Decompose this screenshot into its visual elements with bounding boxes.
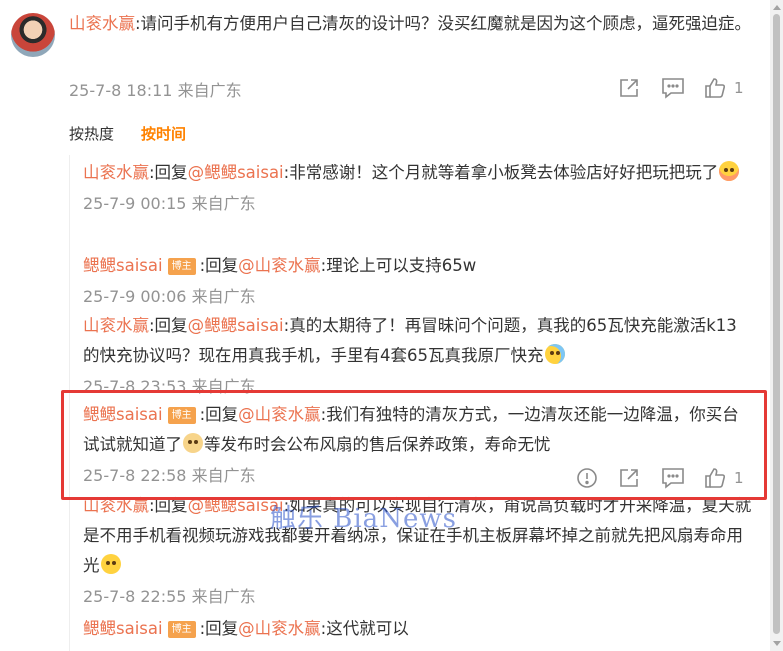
scrollbar-thumb[interactable] (773, 14, 780, 634)
report-button[interactable] (576, 466, 598, 490)
comment-button[interactable] (661, 76, 685, 100)
like-button[interactable]: 1 (704, 466, 744, 490)
like-count: 1 (734, 79, 744, 97)
mention-link[interactable]: @山衮水赢 (238, 256, 321, 275)
main-comment: 山衮水赢:请问手机有方便用户自己清灰的设计吗？没买红魔就是因为这个顾虑，逼死强迫… (69, 11, 759, 37)
reply-body: :这代就可以 (320, 619, 409, 638)
blogger-badge: 博主 (167, 407, 196, 424)
reply-prefix: :回复 (149, 163, 188, 182)
comment-button[interactable] (661, 466, 685, 490)
reply-author-link[interactable]: 鳃鳃saisai (83, 405, 163, 424)
share-button[interactable] (618, 76, 640, 100)
thumbs-up-icon (705, 468, 726, 488)
reply-item: 山衮水赢:回复@鳃鳃saisai:非常感谢！这个月就等着拿小板凳去体验店好好把玩… (83, 158, 753, 214)
thumbs-up-icon (705, 78, 726, 98)
reply-text: 山衮水赢:回复@鳃鳃saisai:真的太期待了！再冒昧问个问题，真我的65瓦快充… (83, 311, 753, 371)
reply-prefix: :回复 (149, 496, 188, 515)
reply-text: 鳃鳃saisai 博主:回复@山衮水赢:理论上可以支持65w (83, 251, 753, 281)
share-icon (620, 469, 638, 487)
mention-link[interactable]: @山衮水赢 (238, 619, 321, 638)
reply-time: 25-7-9 00:15 (83, 194, 187, 213)
comment-icon (662, 468, 684, 489)
reply-body-continued: 等发布时会公布风扇的售后保养政策，寿命无忧 (204, 435, 551, 454)
report-icon (577, 468, 597, 488)
reply-meta: 25-7-9 00:06 来自广东 (83, 287, 753, 307)
reply-body: :理论上可以支持65w (320, 256, 477, 275)
comment-body: :请问手机有方便用户自己清灰的设计吗？没买红魔就是因为这个顾虑，逼死强迫症。 (135, 14, 752, 33)
blogger-badge: 博主 (167, 621, 196, 638)
mention-link[interactable]: @鳃鳃saisai (188, 316, 284, 335)
reply-text: 山衮水赢:回复@鳃鳃saisai:非常感谢！这个月就等着拿小板凳去体验店好好把玩… (83, 158, 753, 188)
reply-meta: 25-7-8 22:55 来自广东 (83, 587, 753, 607)
user-avatar[interactable] (11, 13, 55, 57)
share-icon (620, 79, 638, 97)
reply-location: 来自广东 (191, 287, 256, 306)
reply-meta: 25-7-9 00:15 来自广东 (83, 194, 753, 214)
reply-time: 25-7-9 00:06 (83, 287, 187, 306)
reply-author-link[interactable]: 鳃鳃saisai (83, 619, 163, 638)
scroll-up-arrow-icon[interactable] (773, 5, 781, 10)
scrollbar[interactable] (770, 0, 783, 651)
reply-location: 来自广东 (191, 587, 256, 606)
reply-time: 25-7-8 22:55 (83, 587, 187, 606)
like-count: 1 (734, 469, 744, 487)
reply-location: 来自广东 (191, 377, 256, 396)
sort-by-hot-tab[interactable]: 按热度 (69, 123, 114, 144)
crying-laughing-face-icon (544, 344, 565, 364)
highlighted-reply-actions: 1 (0, 466, 783, 490)
comment-author-link[interactable]: 山衮水赢 (69, 14, 135, 33)
reply-text: 鳃鳃saisai 博主:回复@山衮水赢:这代就可以 (83, 614, 753, 644)
reply-prefix: :回复 (199, 256, 239, 275)
reply-time: 25-7-8 23:53 (83, 377, 187, 396)
sort-by-time-tab[interactable]: 按时间 (141, 123, 186, 144)
reply-text: 鳃鳃saisai 博主:回复@山衮水赢:我们有独特的清灰方式，一边清灰还能一边降温… (83, 400, 753, 460)
reply-prefix: :回复 (149, 316, 188, 335)
main-comment-text: 山衮水赢:请问手机有方便用户自己清灰的设计吗？没买红魔就是因为这个顾虑，逼死强迫… (69, 11, 759, 37)
reply-author-link[interactable]: 鳃鳃saisai (83, 256, 163, 275)
reply-item: 山衮水赢:回复@鳃鳃saisai:真的太期待了！再冒昧问个问题，真我的65瓦快充… (83, 311, 753, 397)
reply-body: :非常感谢！这个月就等着拿小板凳去体验店好好把玩把玩了 (283, 163, 719, 182)
reply-text: 山衮水赢:回复@鳃鳃saisai:如果真的可以实现自行清灰，甭说高负载时才开采降… (83, 491, 753, 581)
reply-item: 鳃鳃saisai 博主:回复@山衮水赢:这代就可以 (83, 614, 753, 644)
comment-icon (662, 78, 684, 99)
reply-prefix: :回复 (199, 619, 239, 638)
reply-author-link[interactable]: 山衮水赢 (83, 496, 149, 515)
reply-list: 山衮水赢:回复@鳃鳃saisai:非常感谢！这个月就等着拿小板凳去体验店好好把玩… (69, 155, 769, 651)
scroll-down-arrow-icon[interactable] (773, 641, 781, 646)
mention-link[interactable]: @山衮水赢 (238, 405, 321, 424)
sort-bar: 按热度 按时间 (69, 123, 186, 144)
flushed-face-icon (719, 161, 740, 181)
mention-link[interactable]: @鳃鳃saisai (188, 163, 284, 182)
share-button[interactable] (618, 466, 640, 490)
blogger-badge: 博主 (167, 258, 196, 275)
like-button[interactable]: 1 (704, 76, 744, 100)
reply-meta: 25-7-8 23:53 来自广东 (83, 377, 753, 397)
drooling-face-icon (100, 554, 121, 574)
reply-prefix: :回复 (199, 405, 239, 424)
mention-link[interactable]: @鳃鳃saisai (188, 496, 284, 515)
reply-item: 山衮水赢:回复@鳃鳃saisai:如果真的可以实现自行清灰，甭说高负载时才开采降… (83, 491, 753, 607)
wry-smile-face-icon (183, 433, 203, 453)
reply-location: 来自广东 (191, 194, 256, 213)
main-comment-actions: 1 (0, 76, 783, 100)
reply-author-link[interactable]: 山衮水赢 (83, 316, 149, 335)
reply-author-link[interactable]: 山衮水赢 (83, 163, 149, 182)
reply-item: 鳃鳃saisai 博主:回复@山衮水赢:理论上可以支持65w 25-7-9 00:… (83, 251, 753, 307)
